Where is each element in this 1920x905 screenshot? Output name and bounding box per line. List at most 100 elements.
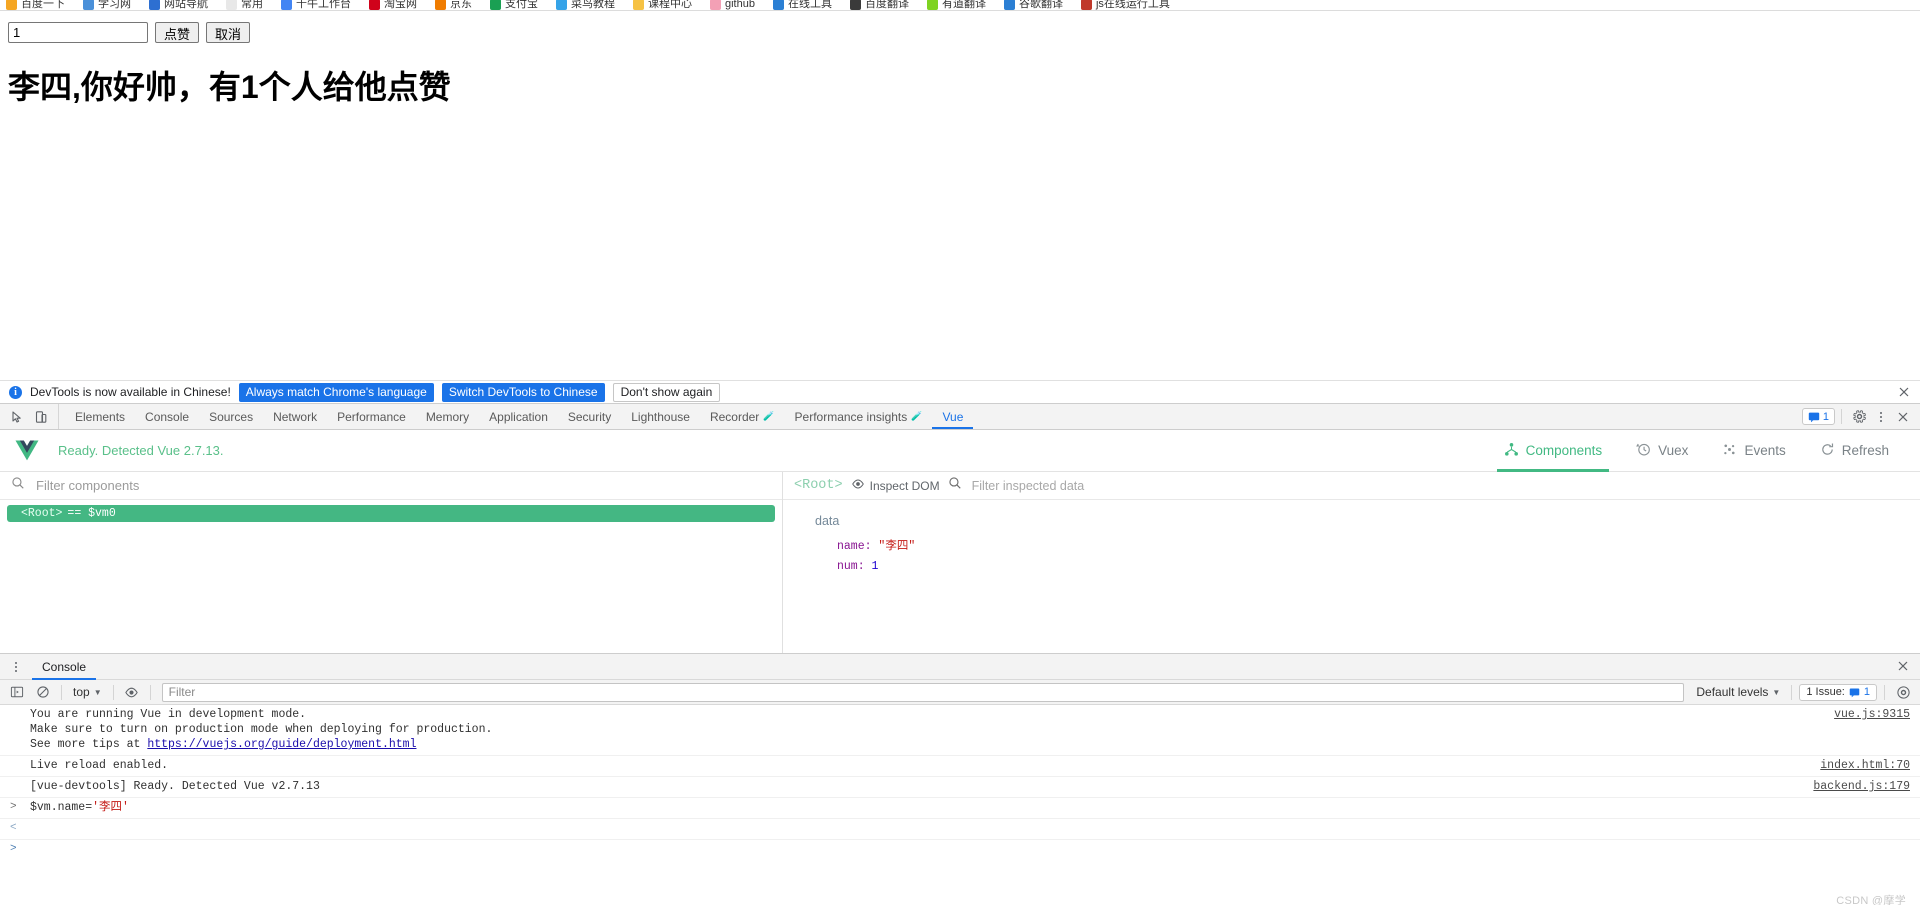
inspect-element-icon[interactable] — [6, 406, 28, 428]
search-icon — [11, 476, 25, 495]
device-toolbar-icon[interactable] — [30, 406, 52, 428]
drawer-more-options-icon[interactable] — [8, 657, 24, 677]
tab-label: Elements — [75, 409, 126, 424]
component-tree-pane: <Root> == $vm0 — [0, 472, 783, 653]
tab-label: Lighthouse — [631, 409, 690, 424]
notice-message: DevTools is now available in Chinese! — [30, 385, 231, 399]
bookmark-item[interactable]: 百度一下 — [6, 0, 65, 10]
bookmark-favicon — [435, 0, 446, 10]
data-field-key: num — [837, 560, 858, 573]
message-source-link[interactable]: vue.js:9315 — [1834, 707, 1910, 722]
vue-tab-events[interactable]: Events — [1705, 430, 1802, 472]
bookmark-favicon — [281, 0, 292, 10]
refresh-icon — [1820, 442, 1835, 460]
experimental-flask-icon: 🧪 — [763, 411, 775, 421]
console-drawer: Console top ▼ Default levels ▼ 1 Issue: — [0, 653, 1920, 905]
always-match-language-button[interactable]: Always match Chrome's language — [238, 382, 434, 402]
bookmark-favicon — [6, 0, 17, 10]
tab-sources[interactable]: Sources — [199, 404, 263, 429]
gear-icon[interactable] — [1848, 406, 1870, 428]
tab-performance[interactable]: Performance — [327, 404, 416, 429]
bookmark-item[interactable]: 百度翻译 — [849, 0, 909, 10]
input-expression: $vm.name='李四' — [30, 801, 129, 814]
bookmark-item[interactable]: 网站导航 — [149, 0, 208, 10]
toolbar-divider — [149, 684, 151, 700]
inspected-component-name: <Root> — [794, 478, 843, 493]
data-field-num[interactable]: num: 1 — [837, 560, 1920, 573]
issues-badge[interactable]: 1 Issue: 1 — [1799, 683, 1877, 701]
cancel-button[interactable]: 取消 — [206, 22, 251, 43]
clear-console-icon[interactable] — [32, 681, 54, 703]
close-icon[interactable] — [1897, 385, 1911, 399]
bookmark-item[interactable]: 谷歌翻译 — [1003, 0, 1063, 10]
bookmark-item[interactable]: 京东 — [435, 0, 472, 10]
tab-vue[interactable]: Vue — [932, 404, 974, 429]
bookmark-item[interactable]: 支付宝 — [490, 0, 538, 10]
like-button[interactable]: 点赞 — [155, 22, 200, 43]
tab-memory[interactable]: Memory — [416, 404, 479, 429]
console-sidebar-toggle-icon[interactable] — [6, 681, 28, 703]
bookmark-item[interactable]: 千牛工作台 — [281, 0, 351, 10]
console-settings-gear-icon[interactable] — [1892, 681, 1914, 703]
data-field-key: name — [837, 540, 865, 553]
log-levels-select[interactable]: Default levels ▼ — [1692, 685, 1784, 699]
bookmark-item[interactable]: 有道翻译 — [926, 0, 986, 10]
log-levels-label: Default levels — [1696, 685, 1769, 699]
vue-tab-components[interactable]: Components — [1487, 430, 1620, 472]
message-count-badge[interactable]: 1 — [1801, 408, 1835, 425]
execution-context-select[interactable]: top ▼ — [69, 685, 106, 699]
inspect-dom-button[interactable]: Inspect DOM — [851, 477, 940, 494]
vue-tab-refresh[interactable]: Refresh — [1803, 430, 1906, 472]
drawer-tab-label: Console — [42, 659, 87, 674]
close-drawer-icon[interactable] — [1896, 659, 1912, 675]
tab-lighthouse[interactable]: Lighthouse — [621, 404, 700, 429]
tab-recorder[interactable]: Recorder 🧪 — [700, 404, 785, 429]
tab-console[interactable]: Console — [135, 404, 199, 429]
bookmark-item[interactable]: 菜鸟教程 — [556, 0, 615, 10]
live-expression-eye-icon[interactable] — [121, 681, 143, 703]
bookmark-favicon — [490, 0, 501, 10]
inspected-data-filter-input[interactable] — [969, 477, 1920, 494]
bookmark-favicon — [149, 0, 160, 10]
bookmark-item[interactable]: 学习网 — [83, 0, 131, 10]
vue-tab-label: Events — [1744, 443, 1786, 458]
data-field-name[interactable]: name: "李四" — [837, 537, 1920, 553]
watermark: CSDN @摩学 — [1836, 895, 1906, 905]
component-name: <Root> — [21, 507, 63, 520]
bookmark-item[interactable]: 淘宝网 — [369, 0, 417, 10]
bookmark-favicon — [1080, 0, 1092, 10]
bookmark-label: 菜鸟教程 — [571, 0, 615, 10]
bookmark-item[interactable]: 常用 — [226, 0, 263, 10]
tab-network[interactable]: Network — [263, 404, 327, 429]
toolbar-divider — [1791, 684, 1793, 700]
component-filter-input[interactable] — [34, 477, 771, 494]
close-devtools-icon[interactable] — [1892, 406, 1914, 428]
inspect-dom-label: Inspect DOM — [869, 478, 940, 493]
bookmark-label: 在线工具 — [787, 0, 832, 10]
component-tree: <Root> == $vm0 — [0, 500, 782, 522]
deployment-guide-link[interactable]: https://vuejs.org/guide/deployment.html — [147, 738, 416, 751]
bookmark-item[interactable]: 在线工具 — [772, 0, 832, 10]
devtools-toolbar-right: 1 — [1801, 404, 1920, 429]
vue-tab-vuex[interactable]: Vuex — [1619, 430, 1705, 472]
message-source-link[interactable]: index.html:70 — [1820, 758, 1910, 773]
console-filter-input[interactable] — [161, 682, 1685, 702]
tab-performance-insights[interactable]: Performance insights 🧪 — [785, 404, 933, 429]
console-prompt-row[interactable]: > — [0, 840, 1920, 860]
info-icon: i — [9, 385, 22, 399]
dont-show-again-button[interactable]: Don't show again — [612, 382, 721, 402]
tab-security[interactable]: Security — [558, 404, 621, 429]
switch-to-chinese-button[interactable]: Switch DevTools to Chinese — [441, 382, 605, 402]
bookmark-item[interactable]: js在线运行工具 — [1080, 0, 1170, 10]
bookmark-favicon — [226, 0, 237, 10]
drawer-tab-console[interactable]: Console — [32, 654, 97, 680]
bookmark-item[interactable]: github — [710, 0, 755, 10]
tab-application[interactable]: Application — [479, 404, 558, 429]
tab-elements[interactable]: Elements — [65, 404, 135, 429]
message-source-link[interactable]: backend.js:179 — [1813, 779, 1910, 794]
tab-label: Performance — [337, 409, 406, 424]
bookmark-item[interactable]: 课程中心 — [633, 0, 692, 10]
more-options-icon[interactable] — [1873, 407, 1889, 427]
component-tree-row-root[interactable]: <Root> == $vm0 — [7, 505, 775, 522]
count-input[interactable] — [8, 22, 148, 43]
